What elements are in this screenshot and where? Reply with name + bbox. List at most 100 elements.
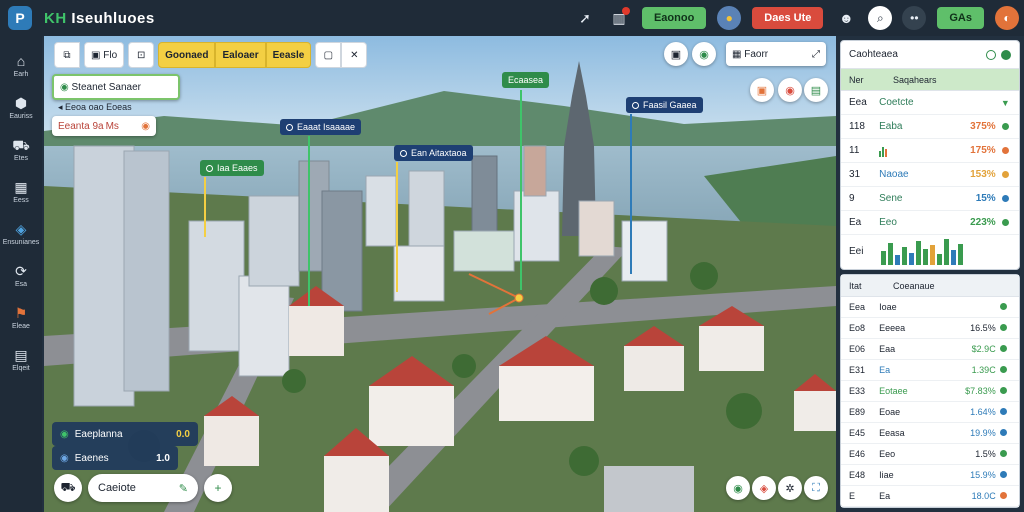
record-icon[interactable]: ◉ [778, 78, 802, 102]
table-row[interactable]: E33 Eotaee $7.83% [841, 381, 1019, 402]
zoom-box-icon[interactable]: ▢ [315, 42, 342, 68]
tool-tab-3[interactable]: Eeasle [265, 42, 312, 68]
tag-card[interactable]: Eeanta 9a Ms ◉ [52, 116, 156, 136]
table-row[interactable]: Eea Ioae [841, 297, 1019, 318]
map-pin[interactable]: Iaa Eaaes [200, 160, 264, 176]
cell: Eo8 [849, 323, 866, 333]
map-pin[interactable]: Faasil Gaaea [626, 97, 703, 113]
sidebar-item-3[interactable]: ▦ Eess [0, 170, 42, 212]
table-row[interactable]: E06 Eaa $2.9C [841, 339, 1019, 360]
app-logo[interactable]: P [8, 6, 32, 30]
sidebar-item-0[interactable]: ⌂ Earh [0, 44, 42, 86]
status-indicator [999, 449, 1011, 459]
table-row[interactable]: 11 175% [841, 139, 1019, 163]
pin-dot [286, 123, 293, 131]
export-icon[interactable]: ▤ [804, 78, 828, 102]
car-icon[interactable]: ⛟ [54, 474, 82, 502]
table-row[interactable]: Ea Eeo 223% [841, 211, 1019, 235]
sidebar-item-label: Etes [13, 154, 28, 162]
view-tool[interactable]: ▣ Flo [84, 42, 125, 68]
column-header: Coeanaue [893, 280, 935, 291]
table-row[interactable]: Eo8 Eeeea 16.5% [841, 318, 1019, 339]
legend-icon: ◉ [60, 428, 69, 440]
table-row[interactable]: 118 Eaba 375% [841, 115, 1019, 139]
locate-icon[interactable]: ◉ [726, 476, 750, 500]
card-header: Caohteaea [841, 41, 1019, 69]
fullscreen-icon[interactable]: ⛶ [804, 476, 828, 500]
more-icon[interactable]: •• [902, 6, 927, 30]
frame-tool-icon[interactable]: ⊡ [128, 42, 155, 68]
table-row[interactable]: Eea Coetcte ▼ [841, 91, 1019, 115]
view-tool-label: Flo [103, 49, 118, 61]
car-icon: ⛟ [12, 136, 30, 153]
legend-item[interactable]: ◉ Eaenes 1.0 [52, 446, 178, 470]
sidebar-item-4[interactable]: ◈ Ensunianes [0, 212, 42, 254]
delete-icon[interactable]: ✕ [341, 42, 368, 68]
map-pin[interactable]: Eaaat Isaaaae [280, 119, 362, 135]
cell: 16.5% [970, 323, 996, 333]
tree [690, 262, 718, 290]
primary-action-button[interactable]: Eaonoo [641, 7, 707, 29]
table-row[interactable]: 9 Sene 15% [841, 187, 1019, 211]
table-row[interactable]: E89 Eoae 1.64% [841, 402, 1019, 423]
user-icon[interactable]: ☻ [834, 6, 858, 30]
tool-tab-2[interactable]: Ealoaer [215, 42, 266, 68]
layer-icon[interactable]: ◈ [752, 476, 776, 500]
house [369, 386, 454, 446]
search-icon[interactable]: ⌕ [868, 6, 893, 30]
mode-selector[interactable]: Caeiote ✎ [88, 474, 198, 502]
app-title-text: Iseuhluoes [71, 9, 155, 27]
sidebar-item-7[interactable]: ▤ Elqeit [0, 338, 42, 380]
sidebar-item-5[interactable]: ⟳ Esa [0, 254, 42, 296]
settings-icon[interactable]: ✲ [778, 476, 802, 500]
table-row[interactable]: E48 Iiae 15.9% [841, 465, 1019, 486]
sidebar-item-1[interactable]: ⬢ Eauriss [0, 86, 42, 128]
top-bar: P KH Iseuhluoes ➚ ▥ Eaonoo ● Daes Ute ☻ … [0, 0, 1024, 36]
notification-icon[interactable]: ▥ [607, 6, 631, 30]
table-row[interactable]: E46 Eeo 1.5% [841, 444, 1019, 465]
view-mode-card[interactable]: ▦ Faorr ⤢ [726, 42, 826, 66]
cell: 11 [849, 145, 860, 156]
cell: 175% [970, 145, 996, 156]
refresh-icon[interactable]: ◉ [692, 42, 716, 66]
status-indicator [999, 407, 1011, 417]
table-row[interactable]: E45 Eeasa 19.9% [841, 423, 1019, 444]
toggle-icon[interactable] [986, 49, 996, 60]
sidebar-item-6[interactable]: ⚑ Eleae [0, 296, 42, 338]
tool-tab-label: Ealoaer [222, 49, 259, 61]
globe-icon[interactable]: ● [717, 6, 742, 30]
table-row[interactable]: 31 Naoae 153% [841, 163, 1019, 187]
rocket-icon[interactable]: ➚ [573, 6, 597, 30]
bar [951, 250, 956, 265]
table-row[interactable]: E31 Ea 1.39C [841, 360, 1019, 381]
arrow-icon: ◂ [58, 102, 63, 112]
map-pin[interactable]: Ean Aitaxtaoa [394, 145, 473, 161]
map-pin[interactable]: Ecaasea [502, 72, 550, 88]
house-icon: ⌂ [16, 52, 26, 69]
poi-icon[interactable]: ▣ [750, 78, 774, 102]
cell: $7.83% [965, 386, 996, 396]
table-row[interactable]: E Ea 18.0C [841, 486, 1019, 507]
profile-avatar[interactable]: ◐ [995, 6, 1019, 30]
alert-action-button[interactable]: Daes Ute [752, 7, 824, 29]
app-title-prefix: KH [44, 9, 67, 27]
add-icon[interactable]: + [204, 474, 232, 502]
city-map-viewport[interactable]: ⧉ ▣ Flo ⊡ Goonaed Ealoaer Eeasle ▢ ✕ ▣ ◉… [44, 36, 836, 512]
pin-line [630, 114, 632, 274]
house [204, 416, 259, 466]
cell: $2.9C [971, 344, 996, 354]
tool-tab-1[interactable]: Goonaed [158, 42, 216, 68]
sidebar-item-label: Elqeit [12, 364, 30, 372]
camera-icon[interactable]: ▣ [664, 42, 688, 66]
cell: E [849, 491, 856, 501]
cell: Eea [849, 97, 867, 108]
layers-tool-icon[interactable]: ⧉ [54, 42, 80, 68]
status-icon[interactable] [1001, 49, 1011, 60]
secondary-action-button[interactable]: GAs [937, 7, 984, 29]
sidebar-item-label: Eleae [12, 322, 30, 330]
search-card[interactable]: ◉ Steanet Sanaer [52, 74, 180, 100]
sidebar-item-2[interactable]: ⛟ Etes [0, 128, 42, 170]
legend-item[interactable]: ◉ Eaeplanna 0.0 [52, 422, 198, 446]
cell: Eeo [879, 217, 897, 228]
status-indicator [1000, 194, 1011, 204]
